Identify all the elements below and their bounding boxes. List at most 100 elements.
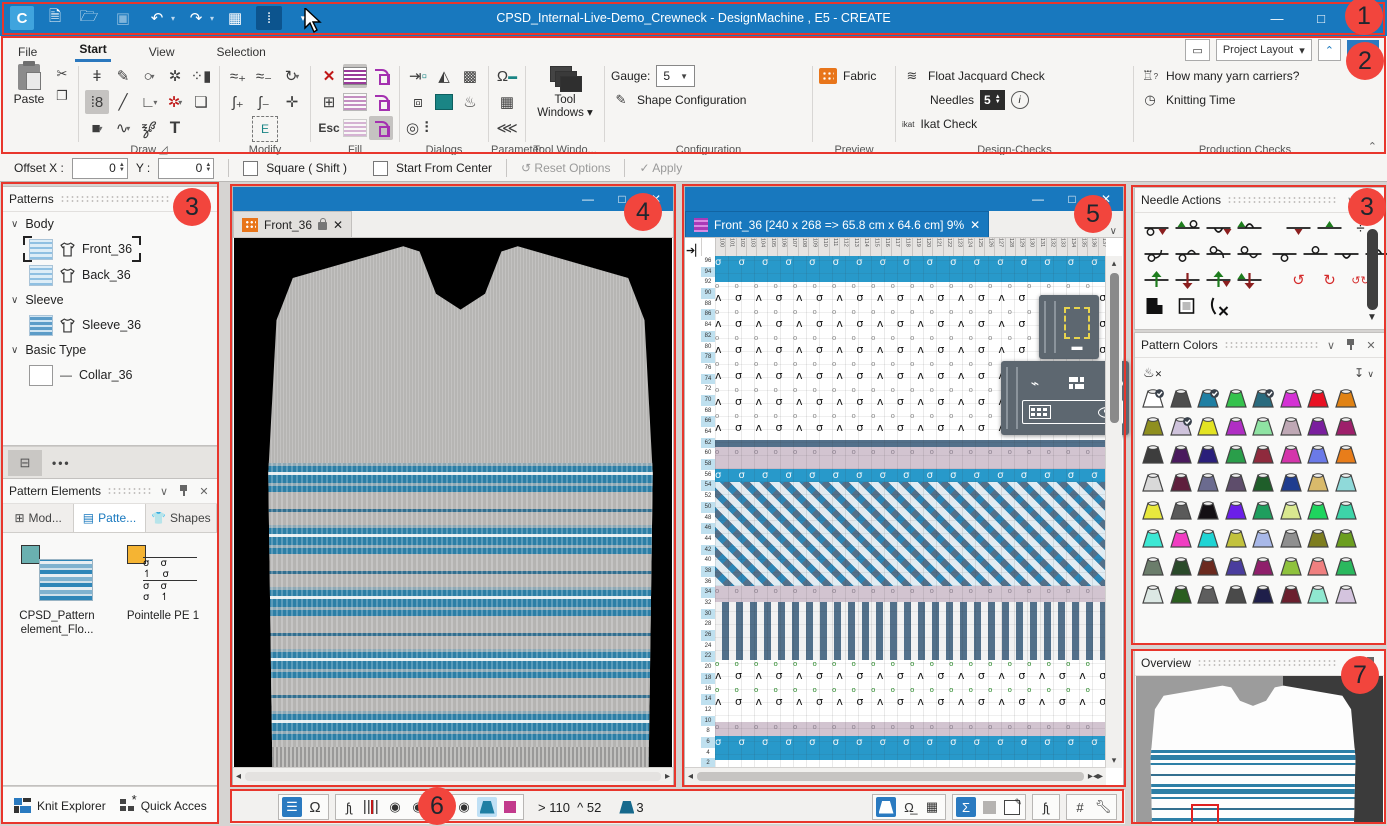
stitch-view-icon[interactable]: Ω [305, 797, 325, 817]
expand-selection-icon[interactable]: E [252, 116, 278, 142]
yarn-color-cone[interactable] [1279, 389, 1303, 408]
needle-actions-scrollbar[interactable]: ▲ ▼ [1364, 216, 1380, 323]
yarn-color-cone[interactable] [1306, 473, 1330, 492]
rotate-icon[interactable]: ↻▾ [280, 64, 304, 88]
close-icon[interactable]: ✕ [1364, 339, 1378, 352]
pattern-element-item[interactable]: CPSD_Pattern element_Flo... [11, 545, 103, 637]
tab-start[interactable]: Start [75, 39, 110, 62]
new-document-icon[interactable]: 🗎 [42, 6, 68, 30]
fill-corner-selected-icon[interactable] [369, 116, 393, 140]
needle-action-rotate-right[interactable]: ↻ [1316, 270, 1343, 290]
yarn-color-cone[interactable] [1279, 585, 1303, 604]
needle-action-transfer-back[interactable] [1174, 270, 1201, 290]
more-options-button[interactable]: ••• [52, 456, 71, 470]
technical-document-tab[interactable]: Front_36 [240 x 268 => 65.8 cm x 64.6 cm… [685, 211, 989, 237]
fabric-toggle-icon[interactable] [876, 797, 896, 817]
yarn-color-cone[interactable] [1279, 501, 1303, 520]
yarn-color-cone[interactable] [1306, 445, 1330, 464]
collapse-ribbon-button[interactable]: ⌃ [1318, 39, 1341, 61]
scrollbar-thumb[interactable] [1110, 273, 1119, 423]
yarn-color-cone[interactable] [1224, 557, 1248, 576]
paste-button[interactable]: Paste [8, 64, 50, 136]
redo-icon[interactable]: ↷ [183, 6, 209, 30]
yarn-color-cone[interactable] [1251, 501, 1275, 520]
yarn-color-cone[interactable] [1169, 389, 1193, 408]
yarn-color-cone[interactable] [1224, 501, 1248, 520]
yarn-color-cone[interactable] [1196, 585, 1220, 604]
needle-action-tuck-front[interactable] [1205, 218, 1232, 238]
yarn-color-cone[interactable] [1251, 445, 1275, 464]
close-icon[interactable]: ✕ [197, 193, 211, 206]
scroll-down-icon[interactable]: ▼ [1367, 312, 1377, 323]
needle-action-needle-select[interactable] [1174, 296, 1201, 316]
module-grid-icon[interactable]: ▦ [922, 797, 942, 817]
add-stitches-icon[interactable]: ʃ₊ [226, 90, 250, 114]
scroll-up-icon[interactable]: ▲ [1367, 216, 1377, 227]
knitting-time-check[interactable]: ◷ Knitting Time [1140, 88, 1350, 112]
reset-options-button[interactable]: ↺ Reset Options [521, 161, 610, 175]
magic-wand-color-icon[interactable]: ✲▾ [163, 90, 187, 114]
yarn-color-cone[interactable] [1306, 529, 1330, 548]
needle-action-loop-back-wave[interactable] [1236, 244, 1263, 264]
chevron-down-icon[interactable]: ∨ [177, 193, 191, 206]
scroll-down-icon[interactable]: ▾ [1112, 755, 1117, 766]
polyline-icon[interactable]: ∟▾ [137, 90, 161, 114]
scrollbar-thumb[interactable] [697, 772, 1084, 781]
zigzag-tool-icon[interactable]: ⌁ [1022, 372, 1048, 394]
pin-icon[interactable] [1364, 656, 1378, 671]
info-icon[interactable]: i [1011, 91, 1029, 109]
yarn-color-cone[interactable] [1334, 445, 1358, 464]
layout-switch-icon[interactable]: ▭ [1185, 39, 1209, 61]
needle-8-icon[interactable]: ⁞8 [85, 90, 109, 114]
mirror-icon[interactable]: ◭ [432, 64, 456, 88]
yarn-color-cone[interactable] [1251, 529, 1275, 548]
pattern-item-Front_36[interactable]: Front_36 [3, 236, 217, 262]
float-jacquard-check[interactable]: ≋ Float Jacquard Check [902, 64, 1127, 88]
needle-action-transfer-back-split[interactable] [1236, 270, 1263, 290]
needle-action-knit-front[interactable] [1143, 218, 1170, 238]
offset-y-input[interactable]: 0▲▼ [158, 158, 214, 179]
scroll-left-icon[interactable]: ◂ [236, 771, 241, 782]
fill-rows-faded-icon[interactable] [343, 116, 367, 140]
pin-icon[interactable] [1364, 193, 1378, 208]
yarn-color-cone[interactable] [1306, 557, 1330, 576]
page-right-icon[interactable]: ▸ [1098, 771, 1103, 782]
edit-layer-icon[interactable] [1002, 797, 1022, 817]
needle-bed-icon[interactable] [362, 797, 382, 817]
needles-spinner[interactable]: 5▲▼ [980, 90, 1005, 110]
floating-selection-toolbar[interactable]: ▬ [1039, 295, 1099, 359]
needle-action-tuck-back[interactable] [1236, 218, 1263, 238]
color-area-icon[interactable] [432, 90, 456, 114]
panel-drag-handle[interactable] [1227, 196, 1338, 204]
yarn-color-cone[interactable] [1251, 473, 1275, 492]
minimize-toolbar-icon[interactable]: ▬ [1072, 345, 1083, 349]
overview-thumbnail[interactable] [1136, 676, 1383, 822]
copy-icon[interactable]: ❐ [52, 86, 72, 106]
gauge-select[interactable]: 5▼ [656, 65, 695, 87]
overview-viewport-rect[interactable] [1191, 804, 1219, 822]
fabric-canvas[interactable] [234, 238, 672, 768]
target-view-icon[interactable]: ◉ [431, 797, 451, 817]
settings-wrench-icon[interactable]: 🔧︎ [1093, 797, 1113, 817]
chevron-down-icon[interactable]: ∨ [1344, 194, 1358, 207]
pattern-element-item[interactable]: σ σ↿ σσ σσ ↿ Pointelle PE 1 [117, 545, 209, 637]
shape-copy-icon[interactable]: ❏ [189, 90, 213, 114]
undo-icon[interactable]: ↶ [144, 6, 170, 30]
yarn-color-cone[interactable] [1141, 529, 1165, 548]
side-expander[interactable]: ➔▏ [686, 238, 702, 768]
yarn-color-cone[interactable] [1169, 417, 1193, 436]
fill-corner-solid-icon[interactable] [369, 90, 393, 114]
target-view-icon[interactable]: ◉ [385, 797, 405, 817]
spray-icon[interactable]: ⁘▮ [189, 64, 213, 88]
yarn-dialog-icon[interactable]: ♨ [458, 90, 482, 114]
yarn-color-cone[interactable] [1141, 417, 1165, 436]
yarn-color-cone[interactable] [1196, 529, 1220, 548]
search-modules-icon[interactable]: ◎⠸ [406, 116, 430, 140]
ikat-check[interactable]: ikat Ikat Check [902, 112, 1127, 136]
export-shape-icon[interactable]: ⇥▫ [406, 64, 430, 88]
needle-action-purl-back[interactable] [1302, 244, 1329, 264]
maximize-icon[interactable]: □ [605, 192, 639, 206]
minimize-icon[interactable]: — [571, 192, 605, 206]
minimize-icon[interactable]: — [1021, 192, 1055, 206]
tab-pattern-elements[interactable]: ▤ Patte... [74, 504, 145, 532]
